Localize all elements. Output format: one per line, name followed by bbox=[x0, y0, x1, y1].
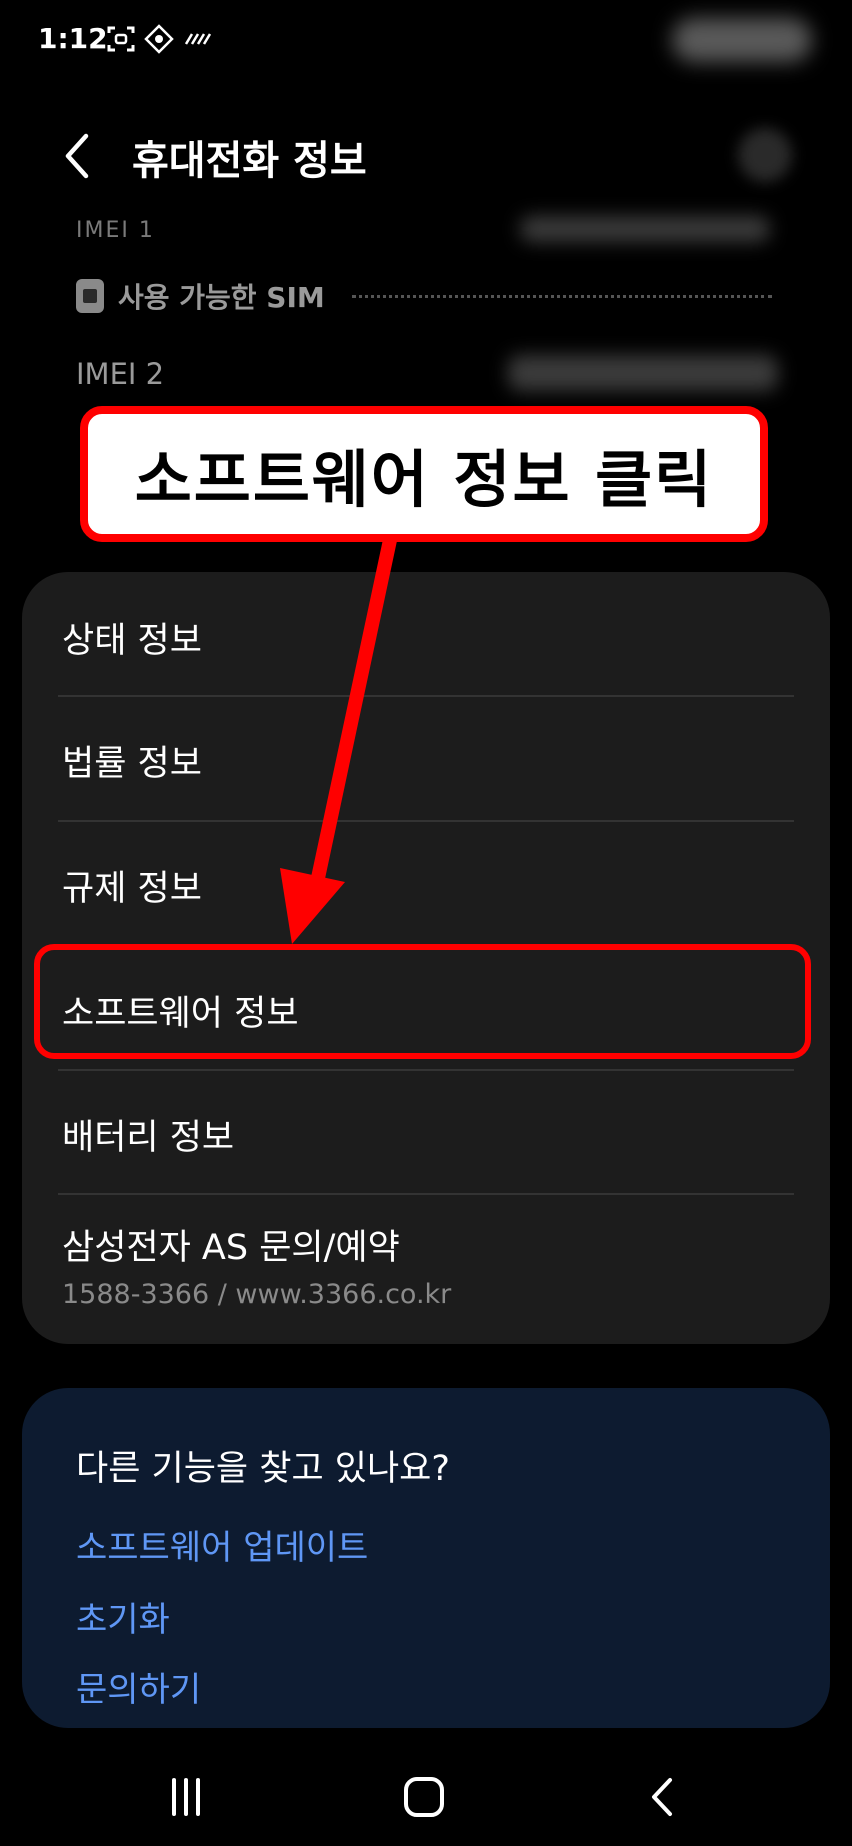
sim-card-icon bbox=[76, 279, 104, 313]
home-icon[interactable] bbox=[396, 1772, 452, 1822]
search-icon[interactable] bbox=[738, 128, 792, 182]
signal-icon bbox=[184, 33, 212, 45]
highlight-box bbox=[34, 944, 811, 1059]
menu-item-status-info[interactable]: 상태 정보 bbox=[22, 572, 830, 696]
menu-item-label: 규제 정보 bbox=[62, 869, 202, 909]
menu-item-regulatory-info[interactable]: 규제 정보 bbox=[22, 822, 830, 946]
menu-item-legal-info[interactable]: 법률 정보 bbox=[22, 697, 830, 821]
chevron-left-icon[interactable] bbox=[58, 130, 98, 182]
menu-item-samsung-as[interactable]: 삼성전자 AS 문의/예약 1588-3366 / www.3366.co.kr bbox=[22, 1195, 830, 1344]
suggestion-title: 다른 기능을 찾고 있나요? bbox=[76, 1449, 450, 1489]
screenshot-icon bbox=[107, 26, 135, 52]
menu-item-label: 삼성전자 AS 문의/예약 bbox=[62, 1228, 400, 1268]
callout-text: 소프트웨어 정보 클릭 bbox=[134, 443, 714, 516]
link-software-update[interactable]: 소프트웨어 업데이트 bbox=[76, 1520, 368, 1569]
link-reset[interactable]: 초기화 bbox=[76, 1592, 170, 1641]
back-icon[interactable] bbox=[636, 1772, 692, 1822]
imei1-label: IMEI 1 bbox=[76, 218, 155, 243]
menu-item-label: 법률 정보 bbox=[62, 744, 202, 784]
imei2-value-blurred bbox=[508, 355, 778, 391]
imei1-value-blurred bbox=[520, 216, 770, 242]
sim-row: 사용 가능한 SIM bbox=[76, 276, 325, 316]
recents-icon[interactable] bbox=[158, 1772, 214, 1822]
imei2-label: IMEI 2 bbox=[76, 357, 165, 391]
menu-item-label: 배터리 정보 bbox=[62, 1118, 235, 1158]
status-time: 1:12 bbox=[38, 22, 108, 55]
app-header bbox=[0, 100, 852, 210]
menu-item-subtext: 1588-3366 / www.3366.co.kr bbox=[62, 1279, 452, 1310]
annotation-callout: 소프트웨어 정보 클릭 bbox=[80, 406, 768, 542]
link-contact-us[interactable]: 문의하기 bbox=[76, 1662, 201, 1711]
menu-item-label: 상태 정보 bbox=[62, 621, 202, 661]
page-title: 휴대전화 정보 bbox=[132, 138, 367, 184]
sim-dotted-divider bbox=[352, 295, 772, 298]
app-notification-icon bbox=[144, 24, 174, 54]
suggestion-card: 다른 기능을 찾고 있나요? 소프트웨어 업데이트 초기화 문의하기 bbox=[22, 1388, 830, 1728]
menu-item-battery-info[interactable]: 배터리 정보 bbox=[22, 1071, 830, 1195]
status-bar: 1:12 bbox=[0, 0, 852, 80]
status-icons-blurred bbox=[672, 18, 812, 62]
sim-label: 사용 가능한 SIM bbox=[118, 281, 325, 314]
